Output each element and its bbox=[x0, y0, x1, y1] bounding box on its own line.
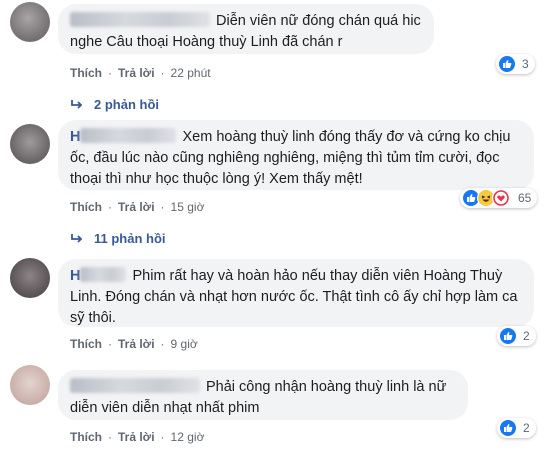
reaction-summary[interactable]: 3 bbox=[496, 54, 535, 74]
reply-arrow-icon bbox=[71, 99, 83, 109]
comment-actions: Thích · Trả lời · 9 giờ bbox=[70, 337, 198, 351]
comment-actions: Thích · Trả lời · 15 giờ bbox=[70, 200, 204, 214]
separator: · bbox=[160, 430, 165, 444]
like-button[interactable]: Thích bbox=[70, 66, 102, 80]
replies-count: 11 phản hồi bbox=[94, 231, 166, 246]
like-button[interactable]: Thích bbox=[70, 337, 102, 351]
comment-bubble: Phải công nhận hoàng thuỳ linh là nữ diễ… bbox=[58, 370, 468, 420]
comment-bubble: H Phim rất hay và hoàn hảo nếu thay diễn … bbox=[58, 259, 534, 327]
like-icon bbox=[499, 327, 517, 345]
separator: · bbox=[108, 430, 112, 444]
separator: · bbox=[160, 337, 165, 351]
reaction-count: 2 bbox=[523, 421, 530, 435]
author-name-redacted[interactable] bbox=[80, 128, 177, 143]
separator: · bbox=[108, 66, 112, 80]
timestamp[interactable]: 12 giờ bbox=[171, 430, 205, 444]
replies-count: 2 phản hồi bbox=[94, 97, 159, 112]
author-name-redacted[interactable] bbox=[70, 12, 210, 27]
avatar[interactable] bbox=[10, 258, 50, 298]
comment-bubble: Diễn viên nữ đóng chán quá hic nghe Câu … bbox=[58, 4, 434, 54]
author-name-initial[interactable]: H bbox=[70, 268, 80, 284]
avatar[interactable] bbox=[10, 2, 50, 42]
love-icon bbox=[492, 189, 510, 207]
reaction-count: 3 bbox=[522, 57, 529, 71]
view-replies-link[interactable]: 2 phản hồi bbox=[70, 97, 159, 112]
reaction-count: 2 bbox=[523, 329, 530, 343]
comment-actions: Thích · Trả lời · 12 giờ bbox=[70, 430, 204, 444]
author-name-initial[interactable]: H bbox=[70, 129, 80, 145]
comment-bubble: H Xem hoàng thuỳ linh đóng thấy đơ và cứn… bbox=[58, 120, 534, 190]
reply-button[interactable]: Trả lời bbox=[118, 66, 155, 80]
reaction-summary[interactable]: 65 bbox=[460, 188, 538, 208]
avatar[interactable] bbox=[10, 365, 50, 405]
timestamp[interactable]: 9 giờ bbox=[171, 337, 198, 351]
like-button[interactable]: Thích bbox=[70, 430, 102, 444]
reply-button[interactable]: Trả lời bbox=[118, 337, 155, 351]
timestamp[interactable]: 15 giờ bbox=[171, 200, 205, 214]
reply-button[interactable]: Trả lời bbox=[118, 430, 155, 444]
comment-actions: Thích · Trả lời · 22 phút bbox=[70, 66, 211, 80]
author-name-redacted[interactable] bbox=[80, 267, 127, 282]
avatar[interactable] bbox=[10, 124, 50, 164]
separator: · bbox=[160, 200, 165, 214]
separator: · bbox=[108, 337, 112, 351]
timestamp[interactable]: 22 phút bbox=[171, 66, 211, 80]
like-button[interactable]: Thích bbox=[70, 200, 102, 214]
like-icon bbox=[499, 419, 517, 437]
author-name-redacted[interactable] bbox=[70, 378, 200, 393]
reply-button[interactable]: Trả lời bbox=[118, 200, 155, 214]
like-icon bbox=[498, 55, 516, 73]
separator: · bbox=[108, 200, 112, 214]
view-replies-link[interactable]: 11 phản hồi bbox=[70, 231, 166, 246]
separator: · bbox=[160, 66, 165, 80]
comment-text: Phim rất hay và hoàn hảo nếu thay diễn v… bbox=[70, 268, 518, 326]
reaction-count: 65 bbox=[518, 191, 532, 205]
reply-arrow-icon bbox=[71, 233, 83, 243]
reaction-summary[interactable]: 2 bbox=[497, 418, 536, 438]
reaction-summary[interactable]: 2 bbox=[497, 326, 536, 346]
